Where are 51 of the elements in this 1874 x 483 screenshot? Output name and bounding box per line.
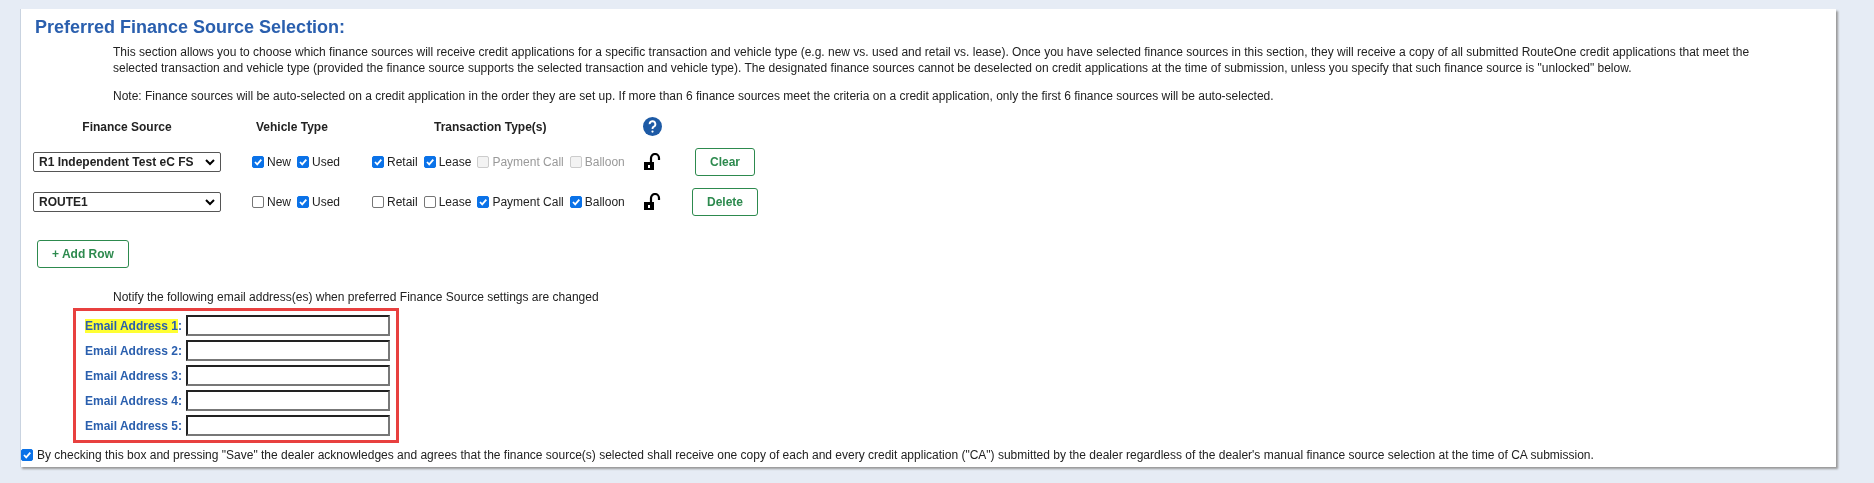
checkbox[interactable] [423, 156, 436, 168]
checkbox-label: Used [312, 195, 341, 209]
checkbox-label: New [267, 155, 291, 169]
checkbox[interactable] [252, 196, 264, 208]
acknowledgement-text: By checking this box and pressing "Save" the dealer acknowledges and agrees that the finance source(s) selected shall receive one copy of each and every credit application ("CA") submitted by the dealer regardless of the dealer's manual finance source selection at the time of CA submission. [37, 448, 1594, 462]
notify-text: Notify the following email address(es) when preferred Finance Source settings are changed [113, 290, 599, 304]
checkbox-label: Balloon [584, 195, 625, 209]
clear-button[interactable]: Clear [695, 148, 755, 176]
column-header: Transaction Type(s) [434, 119, 547, 134]
note-text: Note: Finance sources will be auto-selected on a credit application in the order they are set up. If more than 6 finance sources meet the criteria on a credit application, only the first 6 finance sources will be auto-selected. [113, 89, 1275, 103]
email-input-field[interactable] [185, 340, 390, 361]
chevron-down-icon [205, 158, 215, 166]
checkbox-label: New [267, 195, 291, 209]
unlocked-padlock-icon[interactable] [643, 193, 661, 211]
finance-source-dropdown[interactable]: ROUTE1 [33, 192, 221, 212]
checkbox-label: Used [312, 155, 341, 169]
checkbox[interactable] [423, 196, 436, 208]
chevron-down-icon [205, 198, 215, 206]
checkbox[interactable] [21, 449, 33, 461]
section-title: Preferred Finance Source Selection: [35, 17, 346, 38]
checkbox-label: Lease [438, 155, 472, 169]
column-header: Vehicle Type [256, 119, 328, 134]
delete-button[interactable]: Delete [692, 188, 758, 216]
checkbox-label: Retail [387, 195, 418, 209]
help-icon[interactable] [642, 117, 662, 136]
field-label: Email Address 1: [85, 318, 182, 333]
field-label: Email Address 4: [85, 393, 182, 408]
checkbox-label: Balloon [584, 155, 625, 169]
add-row-button[interactable]: + Add Row [37, 240, 129, 268]
email-input-field[interactable] [185, 365, 390, 386]
field-label: Email Address 2: [85, 343, 182, 358]
email-input-field[interactable] [185, 315, 390, 336]
field-label: Email Address 3: [85, 368, 182, 383]
checkbox[interactable] [297, 156, 309, 168]
email-input-field[interactable] [185, 390, 390, 411]
column-header: Finance Source [81, 119, 173, 134]
checkbox-label: Payment Call [492, 195, 564, 209]
checkbox[interactable] [372, 196, 384, 208]
field-label: Email Address 5: [85, 418, 182, 433]
checkbox-label: Lease [438, 195, 472, 209]
checkbox[interactable] [569, 196, 582, 208]
checkbox[interactable] [297, 196, 309, 208]
checkbox[interactable] [477, 196, 490, 208]
checkbox-label: Payment Call [492, 155, 564, 169]
email-input-field[interactable] [185, 415, 390, 436]
description-text: This section allows you to choose which finance sources will receive credit applications for a specific transaction and vehicle type (e.g. new vs. used and retail vs. lease). Once you have selected finance sources in this section, they will receive a copy of all submitted RouteOne credit applications that meet the selected transaction and vehicle type (provided the finance source supports the selected transaction and vehicle type). The designated finance sources cannot be deselected on credit applications at the time of submission, unless you specify that such finance source is "unlocked" below. [113, 44, 1751, 76]
checkbox-label: Retail [387, 155, 418, 169]
checkbox[interactable] [372, 156, 384, 168]
finance-source-dropdown[interactable]: R1 Independent Test eC FS [33, 152, 221, 172]
unlocked-padlock-icon[interactable] [643, 153, 661, 171]
checkbox[interactable] [252, 156, 264, 168]
